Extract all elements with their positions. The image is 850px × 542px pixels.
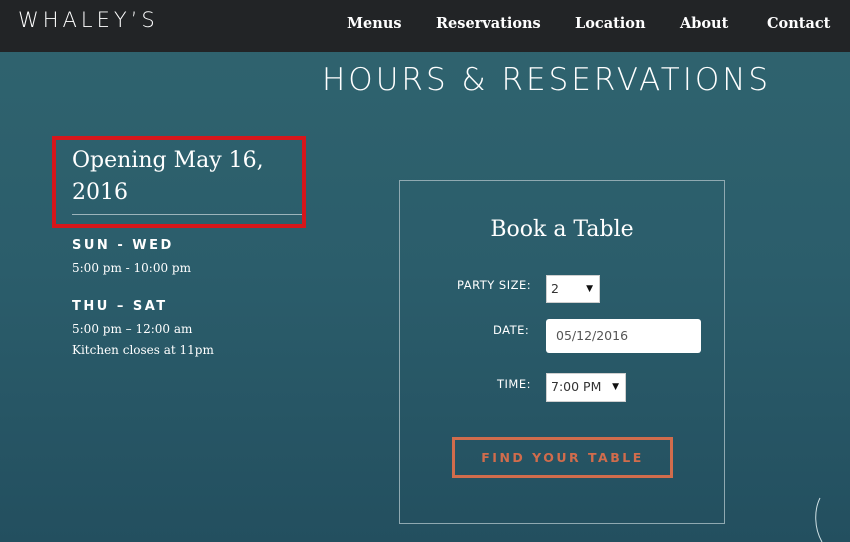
opening-date-line2: 2016 <box>72 180 128 205</box>
party-size-select[interactable]: 2 ▼ <box>546 275 600 303</box>
decorative-curve-icon <box>815 497 823 542</box>
hours-time-sun-wed: 5:00 pm - 10:00 pm <box>72 261 191 275</box>
nav-about[interactable]: About <box>680 15 728 32</box>
hours-time-thu-sat: 5:00 pm – 12:00 am <box>72 322 193 336</box>
time-select[interactable]: 7:00 PM ▼ <box>546 373 626 402</box>
top-nav-bar: WHALEY’S Menus Reservations Location Abo… <box>0 0 850 52</box>
find-your-table-button[interactable]: FIND YOUR TABLE <box>452 437 673 478</box>
booking-form: Book a Table PARTY SIZE: 2 ▼ DATE: 05/12… <box>399 180 725 524</box>
date-input[interactable]: 05/12/2016 <box>546 319 701 353</box>
nav-menus[interactable]: Menus <box>347 15 402 32</box>
kitchen-close-note: Kitchen closes at 11pm <box>72 343 214 357</box>
opening-date: Opening May 16, 2016 <box>72 145 298 209</box>
hours-days-thu-sat: THU – SAT <box>72 299 168 314</box>
nav-location[interactable]: Location <box>575 15 646 32</box>
opening-date-line1: Opening May 16, <box>72 148 264 173</box>
time-value: 7:00 PM <box>551 379 602 394</box>
dropdown-arrow-icon: ▼ <box>612 382 619 392</box>
date-value: 05/12/2016 <box>556 328 629 343</box>
party-size-label: PARTY SIZE: <box>457 278 532 292</box>
party-size-value: 2 <box>551 281 559 296</box>
booking-title: Book a Table <box>490 217 634 242</box>
page-title: HOURS & RESERVATIONS <box>322 62 772 98</box>
hours-days-sun-wed: SUN - WED <box>72 238 174 253</box>
nav-reservations[interactable]: Reservations <box>436 15 541 32</box>
opening-divider <box>72 214 302 215</box>
nav-contact[interactable]: Contact <box>767 15 830 32</box>
logo[interactable]: WHALEY’S <box>18 8 159 32</box>
dropdown-arrow-icon: ▼ <box>586 284 593 294</box>
time-label: TIME: <box>497 377 531 391</box>
date-label: DATE: <box>493 323 530 337</box>
